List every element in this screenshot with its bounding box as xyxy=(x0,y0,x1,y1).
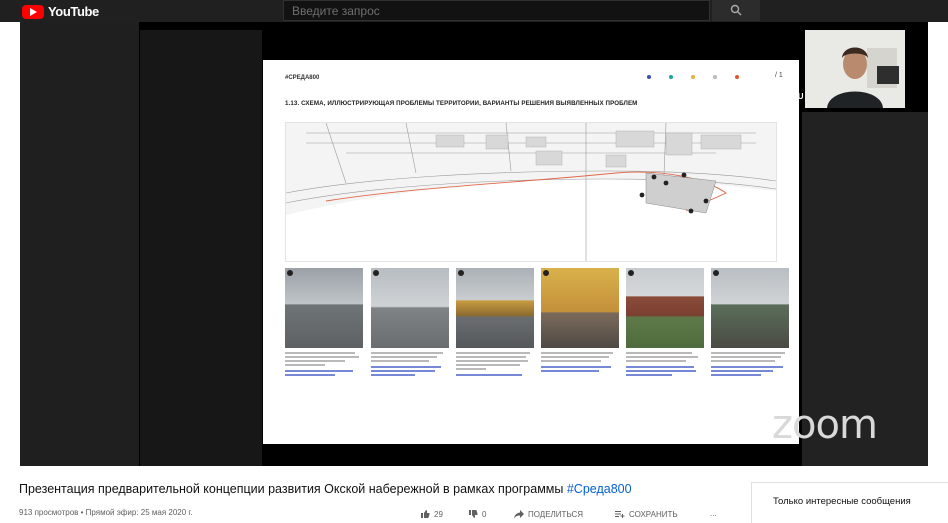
share-icon xyxy=(514,510,524,519)
save-label: СОХРАНИТЬ xyxy=(629,509,678,519)
share-label: ПОДЕЛИТЬСЯ xyxy=(528,509,584,519)
photo-number-marker xyxy=(543,270,549,276)
partner-logo-icon xyxy=(304,430,316,436)
shared-slide: #СРЕДА800 / 1 1.13. СХЕМА, ИЛЛЮСТРИРУЮЩА… xyxy=(263,60,799,444)
photo-caption xyxy=(285,352,363,396)
hashtag-link[interactable]: #Среда800 xyxy=(567,482,632,496)
photo-number-marker xyxy=(287,270,293,276)
player-letterbox-left-inner xyxy=(140,30,262,466)
site-plan-map xyxy=(285,122,777,262)
share-button[interactable]: ПОДЕЛИТЬСЯ xyxy=(514,509,583,519)
accent-dot xyxy=(647,75,651,79)
site-photo xyxy=(711,268,789,348)
video-title-text: Презентация предварительной концепции ра… xyxy=(19,482,567,496)
photo-number-marker xyxy=(458,270,464,276)
like-button[interactable]: 29 xyxy=(420,509,443,519)
dislike-count: 0 xyxy=(482,509,487,519)
more-actions-button[interactable]: ... xyxy=(710,509,717,518)
accent-dot xyxy=(735,75,739,79)
photo-number-marker xyxy=(373,270,379,276)
photo-number-marker xyxy=(713,270,719,276)
like-count: 29 xyxy=(434,509,443,519)
footer-logo-text: megabudka xyxy=(370,428,402,434)
accent-dot xyxy=(669,75,673,79)
participant-name: A U xyxy=(790,92,804,101)
dislike-button[interactable]: 0 xyxy=(468,509,486,519)
photo-caption xyxy=(626,352,704,396)
chat-filter-label: Только интересные сообщения xyxy=(773,496,911,507)
divider xyxy=(346,432,364,433)
more-icon: ... xyxy=(710,509,717,518)
slide-page-marker: / 1 xyxy=(775,72,783,79)
playlist-add-icon xyxy=(615,511,625,518)
site-photo xyxy=(626,268,704,348)
youtube-wordmark[interactable]: YouTube xyxy=(48,4,99,19)
zoom-watermark: zoom xyxy=(772,402,878,448)
search-button[interactable] xyxy=(712,0,760,21)
site-photo xyxy=(371,268,449,348)
live-chat-filter[interactable]: Только интересные сообщения xyxy=(751,482,948,523)
photo-caption xyxy=(456,352,534,396)
slide-footer-logos: megabudka xyxy=(286,428,446,440)
site-photo xyxy=(285,268,363,348)
search-input[interactable]: Введите запрос xyxy=(283,0,710,21)
slide-tag: #СРЕДА800 xyxy=(285,75,320,81)
photo-caption xyxy=(371,352,449,396)
accent-dot xyxy=(691,75,695,79)
player-letterbox-left xyxy=(20,22,139,466)
video-meta: 913 просмотров • Прямой эфир: 25 мая 202… xyxy=(19,508,193,517)
thumbs-up-icon xyxy=(421,510,430,518)
photo-caption xyxy=(541,352,619,396)
youtube-logo-icon[interactable] xyxy=(22,5,44,19)
slide-title: 1.13. СХЕМА, ИЛЛЮСТРИРУЮЩАЯ ПРОБЛЕМЫ ТЕР… xyxy=(285,100,638,107)
site-photo xyxy=(456,268,534,348)
video-title: Презентация предварительной концепции ра… xyxy=(19,482,632,496)
site-photo xyxy=(541,268,619,348)
accent-dot xyxy=(713,75,717,79)
participant-video xyxy=(805,30,905,108)
partner-logo-icon xyxy=(324,430,340,436)
save-button[interactable]: СОХРАНИТЬ xyxy=(615,509,678,519)
photo-caption xyxy=(711,352,789,396)
search-icon xyxy=(730,4,742,16)
partner-logo-icon xyxy=(286,430,298,436)
photo-number-marker xyxy=(628,270,634,276)
thumbs-down-icon xyxy=(469,510,478,518)
video-player[interactable]: #СРЕДА800 / 1 1.13. СХЕМА, ИЛЛЮСТРИРУЮЩА… xyxy=(20,22,928,466)
